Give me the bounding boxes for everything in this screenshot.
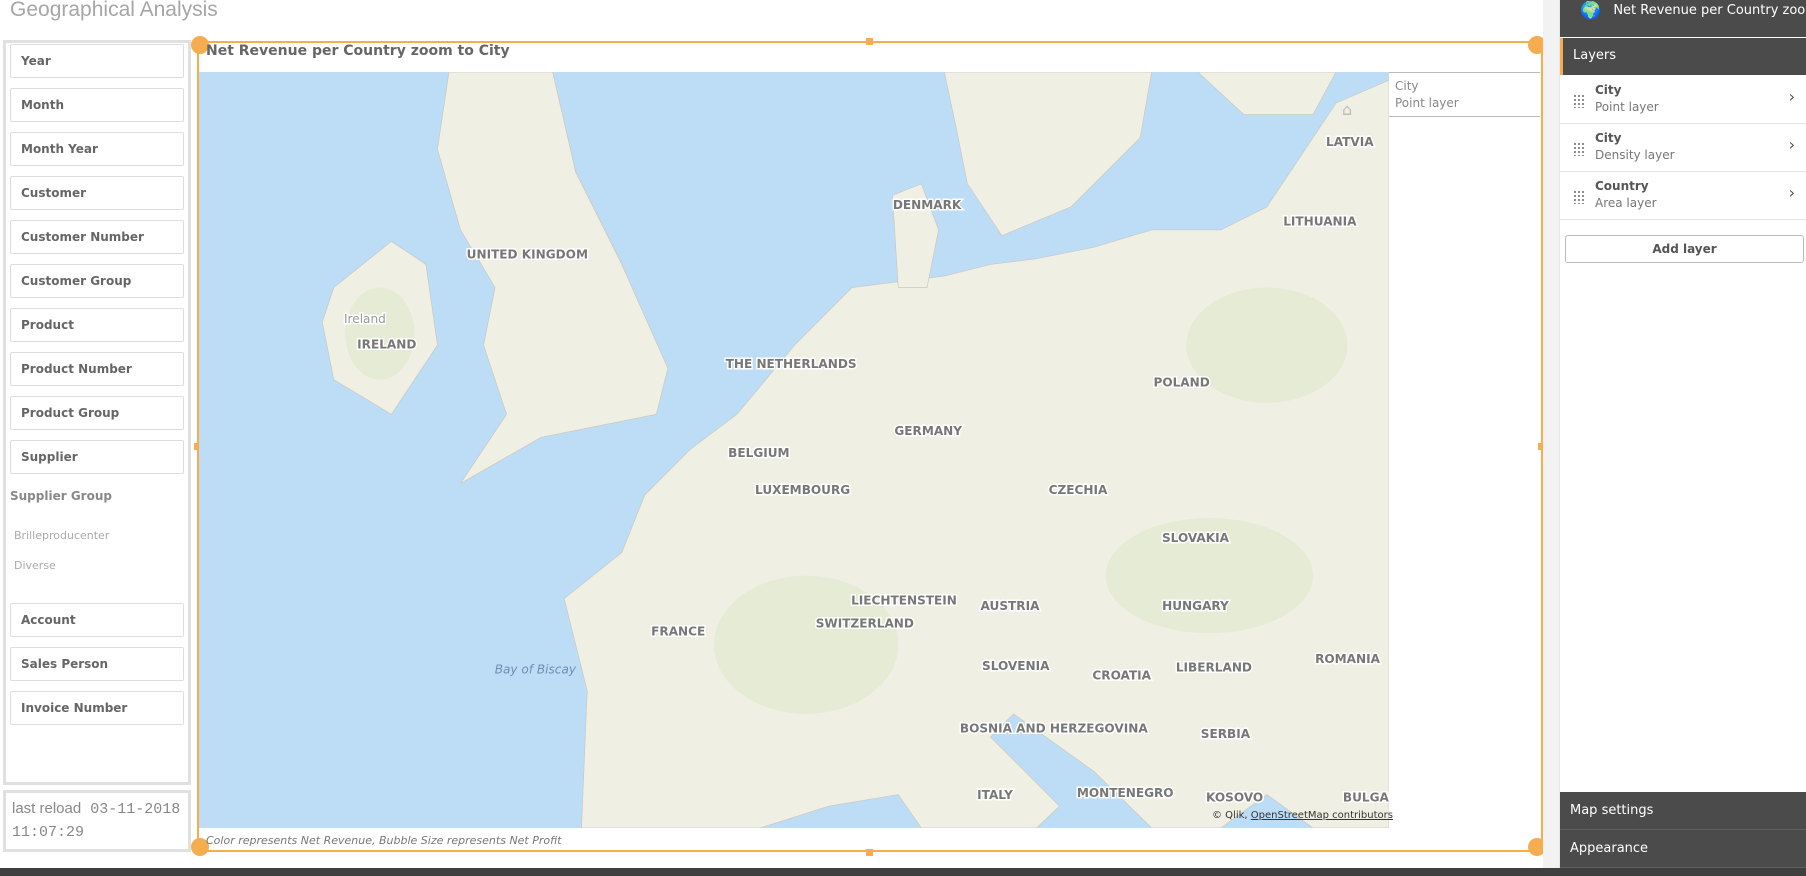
filter-value[interactable]: Diverse [14,559,56,572]
filter-value[interactable]: Brilleproducenter [14,529,109,542]
map-label: BULGAR [1343,790,1389,804]
resize-handle-bottom[interactable] [866,849,873,856]
map-label: LIBERLAND [1176,660,1252,674]
chevron-right-icon: › [1788,183,1795,202]
last-reload-text: last reload 03-11-2018 11:07:29 [3,790,191,852]
filter-invoice-number[interactable]: Invoice Number [10,691,184,725]
filter-month-year[interactable]: Month Year [10,132,184,166]
filter-year[interactable]: Year [10,44,184,78]
map-label: ITALY [977,788,1013,802]
home-icon[interactable]: ⌂ [1342,100,1352,119]
appearance-section[interactable]: Appearance [1560,830,1806,868]
reload-prefix: last reload [12,800,82,817]
layers-section-header[interactable]: Layers [1560,38,1806,75]
map-label: SLOVAKIA [1162,531,1230,545]
filter-account[interactable]: Account [10,603,184,637]
legend-subtitle: Point layer [1395,96,1459,110]
filter-customer-group[interactable]: Customer Group [10,264,184,298]
filter-month[interactable]: Month [10,88,184,122]
properties-panel: 🌍 Net Revenue per Country zoom t... Laye… [1559,0,1806,868]
chevron-right-icon: › [1788,87,1795,106]
filter-supplier[interactable]: Supplier [10,440,184,474]
map-label: IRELAND [357,338,416,352]
map-label: Ireland [344,312,386,326]
map-label: UNITED KINGDOM [467,248,588,262]
map-label: GERMANY [894,424,962,438]
chart-title: Net Revenue per Country zoom to City [206,43,510,59]
map-attribution: © Qlik, OpenStreetMap contributors [1212,810,1393,821]
layer-name: City [1595,131,1622,145]
filter-sales-person[interactable]: Sales Person [10,647,184,681]
map-label: MONTENEGRO [1077,786,1174,800]
filter-customer-number[interactable]: Customer Number [10,220,184,254]
filter-product-number[interactable]: Product Number [10,352,184,386]
map-label: LUXEMBOURG [755,483,850,497]
bottom-bar [0,868,1806,876]
map-label: Bay of Biscay [495,663,577,677]
reload-time: 11:07:29 [12,824,85,841]
drag-handle-icon[interactable] [1573,190,1585,204]
map-label: BELGIUM [728,446,789,460]
layer-name: Country [1595,179,1649,193]
osm-link[interactable]: OpenStreetMap contributors [1251,810,1393,821]
land-baltic-north [1197,72,1337,115]
map-label: BOSNIA AND HERZEGOVINA [960,721,1148,735]
map-label: LITHUANIA [1283,214,1357,228]
object-title: Net Revenue per Country zoom t... [1613,3,1806,18]
map-label: FRANCE [651,625,705,639]
map-label: DENMARK [893,198,962,212]
map-label: SLOVENIA [982,659,1050,673]
map-label: HUNGARY [1162,599,1229,613]
panel-gutter [1543,0,1559,868]
layer-type: Density layer [1595,148,1675,162]
globe-icon: 🌍 [1580,1,1602,21]
legend-title: City [1395,79,1419,93]
resize-handle-top[interactable] [866,38,873,45]
layer-item[interactable]: City Point layer › [1560,76,1806,124]
layer-name: City [1595,83,1622,97]
layer-type: Area layer [1595,196,1657,210]
properties-header: 🌍 Net Revenue per Country zoom t... [1560,0,1806,37]
chevron-right-icon: › [1788,135,1795,154]
layer-type: Point layer [1595,100,1659,114]
map-label: SWITZERLAND [816,616,914,630]
map-label: LATVIA [1326,135,1374,149]
map-label: CROATIA [1092,668,1151,682]
map-label: LIECHTENSTEIN [851,593,957,607]
filter-supplier-group-label[interactable]: Supplier Group [10,489,112,503]
map-legend: City Point layer [1389,72,1540,117]
map-label: CZECHIA [1049,483,1108,497]
land-great-britain [437,72,669,484]
attribution-text: © Qlik, [1212,810,1248,821]
map-label: SERBIA [1201,727,1251,741]
map-label: AUSTRIA [981,599,1041,613]
reload-date: 03-11-2018 [90,801,181,818]
map-canvas[interactable]: UNITED KINGDOM Ireland IRELAND DENMARK L… [199,72,1389,828]
layer-item[interactable]: Country Area layer › [1560,172,1806,220]
filter-pane: Year Month Month Year Customer Customer … [3,40,191,785]
map-label: ROMANIA [1315,652,1381,666]
filter-customer[interactable]: Customer [10,176,184,210]
sheet-title: Geographical Analysis [10,0,218,21]
drag-handle-icon[interactable] [1573,94,1585,108]
map-label: THE NETHERLANDS [726,357,857,371]
add-layer-button[interactable]: Add layer [1565,235,1804,263]
filter-product-group[interactable]: Product Group [10,396,184,430]
land-scandinavia [943,72,1153,237]
map-label: POLAND [1153,376,1209,390]
chart-footnote: Color represents Net Revenue, Bubble Siz… [206,834,562,847]
layer-item[interactable]: City Density layer › [1560,124,1806,172]
drag-handle-icon[interactable] [1573,142,1585,156]
filter-product[interactable]: Product [10,308,184,342]
map-label: KOSOVO [1206,790,1263,804]
map-settings-section[interactable]: Map settings [1560,792,1806,830]
